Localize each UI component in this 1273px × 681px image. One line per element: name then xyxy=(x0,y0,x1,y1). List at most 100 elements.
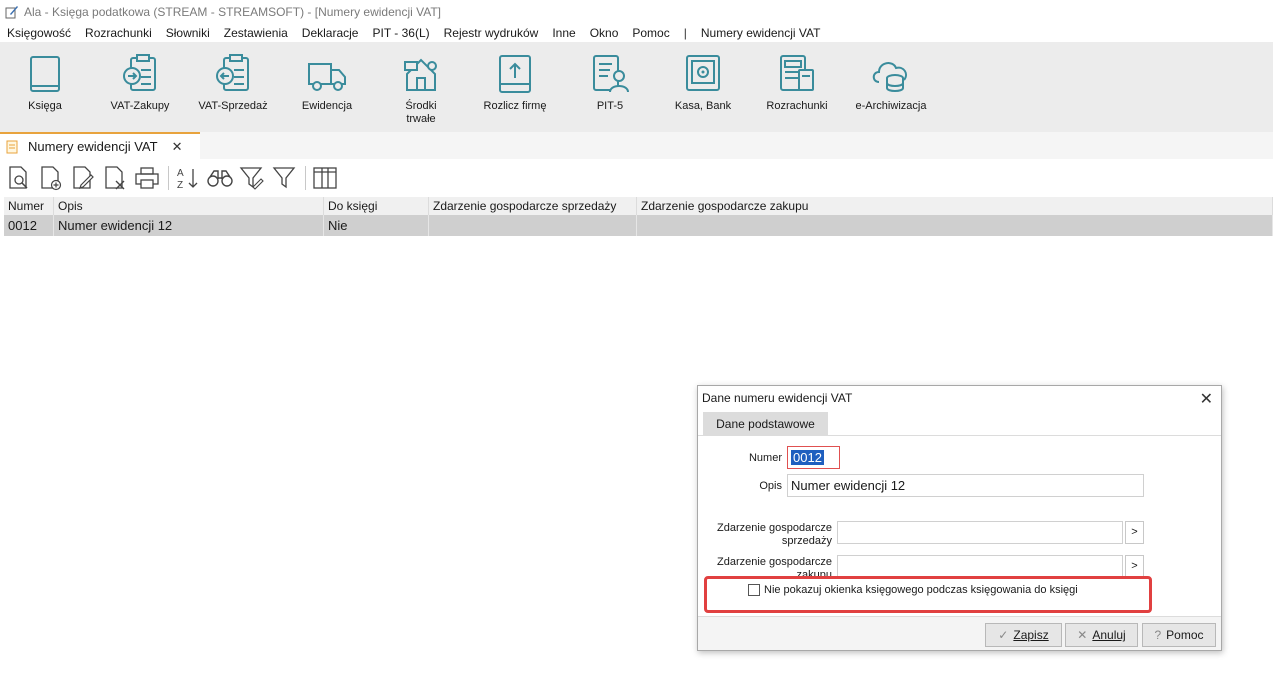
close-icon[interactable]: ✕ xyxy=(1200,389,1213,409)
app-icon xyxy=(5,5,18,18)
tax-form-person-icon xyxy=(593,55,629,93)
sort-button[interactable]: A Z xyxy=(173,163,203,193)
check-icon: ✓ xyxy=(998,628,1009,642)
question-icon: ? xyxy=(1154,628,1162,642)
window-title: Ala - Księga podatkowa (STREAM - STREAMS… xyxy=(24,4,441,19)
dialog-tab-bar: Dane podstawowe xyxy=(698,412,1221,436)
ribbon-button-kasa-bank[interactable]: Kasa, Bank xyxy=(658,52,748,113)
no-ledger-window-checkbox-row[interactable]: Nie pokazuj okienka księgowego podczas k… xyxy=(748,584,1078,596)
tab-numery-ewidencji-vat[interactable]: Numery ewidencji VAT ✕ xyxy=(0,132,200,159)
menu-inne[interactable]: Inne xyxy=(552,26,575,40)
column-header-zdarzenie-zakupu[interactable]: Zdarzenie gospodarcze zakupu xyxy=(637,197,1273,215)
menu-numery-ewidencji-vat[interactable]: Numery ewidencji VAT xyxy=(701,26,821,40)
document-upload-icon xyxy=(499,55,531,93)
document-add-icon xyxy=(41,166,62,191)
menu-deklaracje[interactable]: Deklaracje xyxy=(302,26,359,40)
grid-toolbar: A Z xyxy=(0,162,342,194)
ribbon-button-ksiega[interactable]: Księga xyxy=(0,52,90,113)
ribbon-label: Księga xyxy=(28,100,62,112)
menu-rejestr-wydrukow[interactable]: Rejestr wydruków xyxy=(444,26,539,40)
binoculars-icon xyxy=(207,170,233,187)
zdarzenie-zakupu-field[interactable] xyxy=(837,555,1123,578)
menu-rozrachunki[interactable]: Rozrachunki xyxy=(85,26,152,40)
menu-zestawienia[interactable]: Zestawienia xyxy=(224,26,288,40)
cell-opis: Numer ewidencji 12 xyxy=(54,215,324,236)
clipboard-arrow-out-icon xyxy=(216,54,249,91)
ribbon-button-ewidencja[interactable]: Ewidencja xyxy=(282,52,372,113)
cancel-button[interactable]: ✕ Anuluj xyxy=(1065,623,1138,647)
ribbon-button-e-archiwizacja[interactable]: e-Archiwizacja xyxy=(846,52,936,113)
cell-do-ksiegi: Nie xyxy=(324,215,429,236)
menu-separator: | xyxy=(683,25,687,40)
document-search-icon xyxy=(9,166,28,189)
help-button[interactable]: ? Pomoc xyxy=(1142,623,1216,647)
filter-edit-button[interactable] xyxy=(237,163,267,193)
cancel-x-icon: ✕ xyxy=(1077,628,1088,642)
ribbon-label: Rozlicz firmę xyxy=(483,100,547,112)
filter-edit-icon xyxy=(239,167,264,190)
ribbon-button-rozrachunki[interactable]: Rozrachunki xyxy=(752,52,842,113)
chevron-right-icon[interactable]: > xyxy=(1125,521,1144,544)
dialog-title: Dane numeru ewidencji VAT xyxy=(702,391,853,405)
columns-button[interactable] xyxy=(310,163,340,193)
ribbon-label: Rozrachunki xyxy=(766,100,828,112)
menu-ksiegowosc[interactable]: Księgowość xyxy=(7,26,71,40)
ribbon-button-rozlicz-firme[interactable]: Rozlicz firmę xyxy=(470,52,560,113)
chevron-right-icon[interactable]: > xyxy=(1125,555,1144,578)
ribbon-label: VAT-Sprzedaż xyxy=(198,100,268,112)
menu-pit36[interactable]: PIT - 36(L) xyxy=(372,26,429,40)
safe-icon xyxy=(686,55,720,91)
column-header-zdarzenie-sprzedazy[interactable]: Zdarzenie gospodarcze sprzedaży xyxy=(429,197,637,215)
ribbon-button-pit5[interactable]: PIT-5 xyxy=(565,52,655,113)
ribbon-label: PIT-5 xyxy=(596,100,624,112)
ribbon-label: Kasa, Bank xyxy=(674,100,732,112)
edit-document-button[interactable] xyxy=(68,163,98,193)
table-row[interactable]: 0012 Numer ewidencji 12 Nie xyxy=(4,215,1273,236)
truck-icon xyxy=(308,63,346,91)
columns-icon xyxy=(313,167,337,189)
document-tab-strip: Numery ewidencji VAT ✕ xyxy=(0,132,1273,159)
filter-icon xyxy=(272,167,296,189)
ribbon-label: e-Archiwizacja xyxy=(855,100,927,112)
ribbon-button-vat-sprzedaz[interactable]: VAT-Sprzedaż xyxy=(188,52,278,113)
menu-bar: Księgowość Rozrachunki Słowniki Zestawie… xyxy=(0,23,1273,42)
vat-numbers-table: Numer Opis Do księgi Zdarzenie gospodarc… xyxy=(4,197,1273,236)
svg-text:Z: Z xyxy=(177,180,183,191)
menu-pomoc[interactable]: Pomoc xyxy=(632,26,669,40)
toolbar-separator xyxy=(305,166,306,190)
ribbon-button-srodki-trwale[interactable]: Środki trwałe xyxy=(376,52,466,126)
filter-button[interactable] xyxy=(269,163,299,193)
menu-slowniki[interactable]: Słowniki xyxy=(166,26,210,40)
cell-numer: 0012 xyxy=(4,215,54,236)
find-button[interactable] xyxy=(205,163,235,193)
label-line: sprzedaży xyxy=(781,535,832,547)
column-header-opis[interactable]: Opis xyxy=(54,197,324,215)
label-line: Zdarzenie gospodarcze xyxy=(717,522,832,534)
column-header-numer[interactable]: Numer xyxy=(4,197,54,215)
printer-icon xyxy=(135,167,159,189)
menu-okno[interactable]: Okno xyxy=(590,26,619,40)
checkbox-label[interactable]: Nie pokazuj okienka księgowego podczas k… xyxy=(764,584,1078,596)
opis-field[interactable]: Numer ewidencji 12 xyxy=(787,474,1144,497)
assets-house-icon xyxy=(404,58,437,91)
zdarzenie-sprzedazy-field[interactable] xyxy=(837,521,1123,544)
opis-label: Opis xyxy=(759,480,782,492)
numer-field[interactable]: 0012 xyxy=(787,446,840,469)
save-label: Zapisz xyxy=(1013,628,1049,642)
view-document-button[interactable] xyxy=(4,163,34,193)
print-button[interactable] xyxy=(132,163,162,193)
add-document-button[interactable] xyxy=(36,163,66,193)
list-document-icon xyxy=(6,140,18,153)
delete-document-button[interactable] xyxy=(100,163,130,193)
save-button[interactable]: ✓ Zapisz xyxy=(985,623,1062,647)
settlements-icon xyxy=(780,55,814,91)
ribbon-button-vat-zakupy[interactable]: VAT-Zakupy xyxy=(95,52,185,113)
ribbon-label: Ewidencja xyxy=(301,100,353,112)
toolbar-separator xyxy=(168,166,169,190)
table-header: Numer Opis Do księgi Zdarzenie gospodarc… xyxy=(4,197,1273,215)
close-icon[interactable]: ✕ xyxy=(172,139,183,155)
tab-dane-podstawowe[interactable]: Dane podstawowe xyxy=(703,412,828,436)
checkbox[interactable] xyxy=(748,584,760,596)
ribbon-label: Środki trwałe xyxy=(405,100,437,125)
column-header-do-ksiegi[interactable]: Do księgi xyxy=(324,197,429,215)
